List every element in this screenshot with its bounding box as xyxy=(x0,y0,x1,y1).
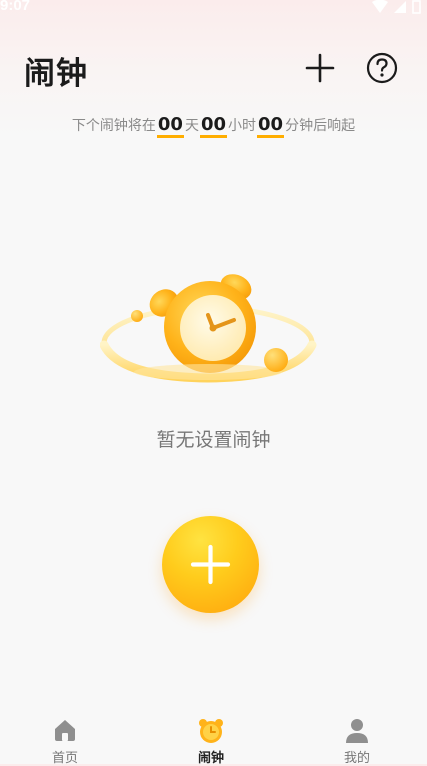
status-icons xyxy=(372,0,421,14)
home-icon xyxy=(55,720,75,741)
help-button[interactable] xyxy=(364,50,400,86)
bottom-tab-bar: 首页 闹钟 我的 xyxy=(0,710,427,766)
countdown-hours: 00 xyxy=(199,114,228,138)
page-title: 闹钟 xyxy=(24,56,88,92)
help-icon xyxy=(366,52,398,84)
tab-home-label: 首页 xyxy=(51,751,78,766)
create-alarm-fab[interactable] xyxy=(162,516,259,613)
tab-alarm-label: 闹钟 xyxy=(197,751,224,766)
countdown-suffix: 分钟后响起 xyxy=(285,118,356,134)
signal-icon xyxy=(394,1,406,13)
next-alarm-countdown: 下个闹钟将在 00 天 00 小时 00 分钟后响起 xyxy=(0,114,427,138)
tab-profile-label: 我的 xyxy=(343,751,370,766)
empty-alarm-illustration xyxy=(100,274,317,383)
plus-icon xyxy=(305,53,335,83)
tab-alarm[interactable]: 闹钟 xyxy=(171,710,251,766)
status-bar: 9:07 xyxy=(0,0,427,18)
tab-home[interactable]: 首页 xyxy=(25,710,105,766)
tab-profile[interactable]: 我的 xyxy=(317,710,397,766)
countdown-prefix: 下个闹钟将在 xyxy=(71,118,156,134)
header: 闹钟 xyxy=(0,44,427,92)
user-icon xyxy=(346,719,368,743)
status-time: 9:07 xyxy=(0,0,31,14)
wifi-icon xyxy=(372,0,388,13)
battery-icon xyxy=(412,0,421,14)
add-alarm-button[interactable] xyxy=(302,50,338,86)
countdown-hours-unit: 小时 xyxy=(228,118,257,134)
countdown-minutes: 00 xyxy=(257,114,285,138)
alarm-clock-icon xyxy=(199,719,223,743)
plus-icon xyxy=(190,544,231,585)
empty-state-message: 暂无设置闹钟 xyxy=(156,429,271,451)
countdown-days: 00 xyxy=(156,114,184,138)
countdown-days-unit: 天 xyxy=(184,118,199,134)
